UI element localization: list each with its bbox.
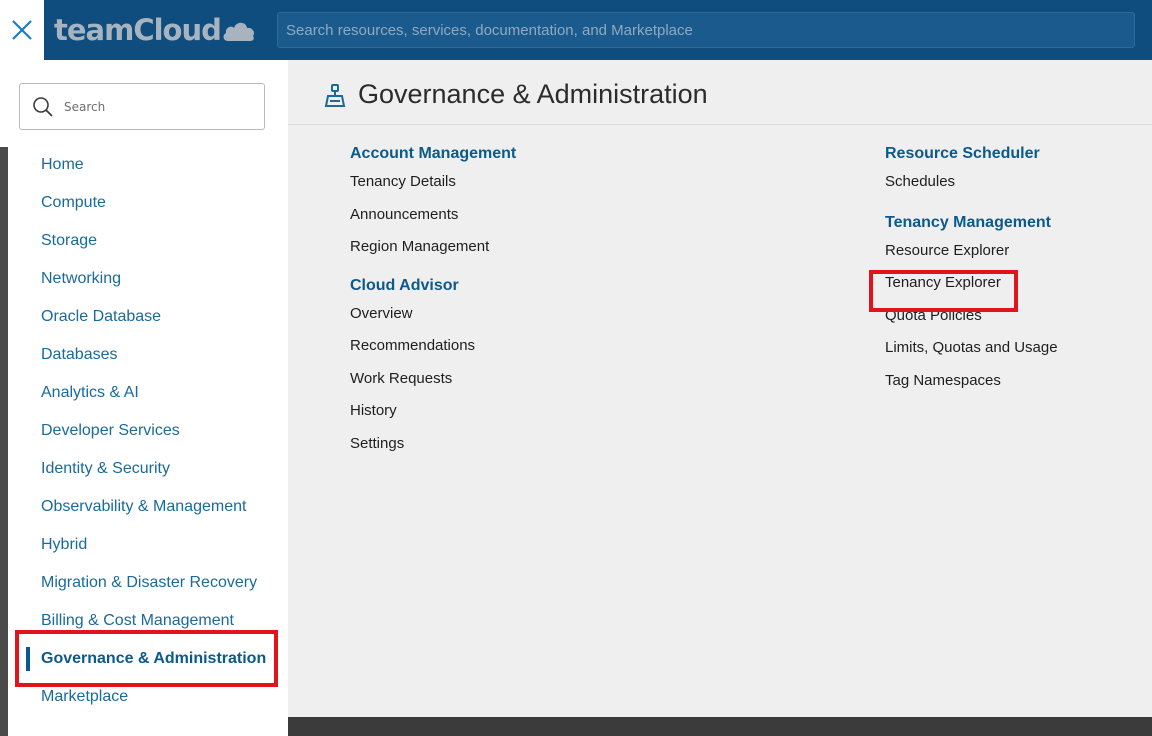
- sidebar: Home Compute Storage Networking Oracle D…: [0, 60, 288, 736]
- right-column: Resource Scheduler Schedules Tenancy Man…: [885, 142, 1152, 407]
- sidebar-item-hybrid[interactable]: Hybrid: [0, 526, 288, 564]
- top-bar: teamCloud: [0, 0, 1152, 60]
- sidebar-item-home[interactable]: Home: [0, 146, 288, 184]
- cloud-icon: [223, 22, 254, 41]
- page-title: Governance & Administration: [358, 79, 708, 109]
- main-panel: Governance & Administration Account Mana…: [288, 60, 1152, 717]
- page-header: Governance & Administration: [288, 60, 1152, 125]
- sidebar-item-storage[interactable]: Storage: [0, 222, 288, 260]
- left-column: Account Management Tenancy Details Annou…: [350, 142, 650, 470]
- link-tag-namespaces[interactable]: Tag Namespaces: [885, 367, 1152, 400]
- sidebar-nav: Home Compute Storage Networking Oracle D…: [0, 146, 288, 716]
- group-cloud-advisor: Cloud Advisor Overview Recommendations W…: [350, 274, 650, 463]
- link-limits-quotas-usage[interactable]: Limits, Quotas and Usage: [885, 334, 1152, 367]
- sidebar-item-governance-administration[interactable]: Governance & Administration: [0, 640, 288, 678]
- group-title-resource-scheduler: Resource Scheduler: [885, 145, 1040, 162]
- close-icon: [12, 20, 32, 40]
- sidebar-item-networking[interactable]: Networking: [0, 260, 288, 298]
- group-title-cloud-advisor: Cloud Advisor: [350, 276, 459, 294]
- sidebar-item-billing-cost-management[interactable]: Billing & Cost Management: [0, 602, 288, 640]
- global-search-input[interactable]: [277, 12, 1135, 48]
- sidebar-search[interactable]: [19, 83, 265, 130]
- sidebar-item-developer-services[interactable]: Developer Services: [0, 412, 288, 450]
- group-title-tenancy-management: Tenancy Management: [885, 213, 1051, 231]
- link-work-requests[interactable]: Work Requests: [350, 365, 650, 398]
- link-resource-explorer[interactable]: Resource Explorer: [885, 237, 1152, 270]
- link-recommendations[interactable]: Recommendations: [350, 332, 650, 365]
- link-settings[interactable]: Settings: [350, 430, 650, 463]
- link-region-management[interactable]: Region Management: [350, 233, 650, 266]
- group-resource-scheduler: Resource Scheduler Schedules: [885, 142, 1152, 201]
- sidebar-item-migration-disaster-recovery[interactable]: Migration & Disaster Recovery: [0, 564, 288, 602]
- link-tenancy-explorer[interactable]: Tenancy Explorer: [885, 269, 1152, 302]
- brand-name: teamCloud: [54, 13, 222, 47]
- sidebar-item-compute[interactable]: Compute: [0, 184, 288, 222]
- link-overview[interactable]: Overview: [350, 300, 650, 333]
- group-title-account-management: Account Management: [350, 145, 517, 162]
- close-menu-button[interactable]: [0, 0, 44, 60]
- sidebar-item-oracle-database[interactable]: Oracle Database: [0, 298, 288, 336]
- sidebar-item-analytics-ai[interactable]: Analytics & AI: [0, 374, 288, 412]
- link-announcements[interactable]: Announcements: [350, 201, 650, 234]
- brand-logo[interactable]: teamCloud: [54, 12, 256, 48]
- search-icon: [33, 97, 53, 117]
- link-schedules[interactable]: Schedules: [885, 168, 1152, 201]
- link-tenancy-details[interactable]: Tenancy Details: [350, 168, 650, 201]
- sidebar-item-databases[interactable]: Databases: [0, 336, 288, 374]
- group-tenancy-management: Tenancy Management Resource Explorer Ten…: [885, 211, 1152, 400]
- bottom-bar: [288, 717, 1152, 736]
- link-history[interactable]: History: [350, 397, 650, 430]
- sidebar-item-identity-security[interactable]: Identity & Security: [0, 450, 288, 488]
- sidebar-item-observability-management[interactable]: Observability & Management: [0, 488, 288, 526]
- governance-icon: [324, 84, 346, 107]
- sidebar-item-marketplace[interactable]: Marketplace: [0, 678, 288, 716]
- sidebar-search-input[interactable]: [64, 92, 254, 122]
- group-account-management: Account Management Tenancy Details Annou…: [350, 142, 650, 266]
- link-quota-policies[interactable]: Quota Policies: [885, 302, 1152, 335]
